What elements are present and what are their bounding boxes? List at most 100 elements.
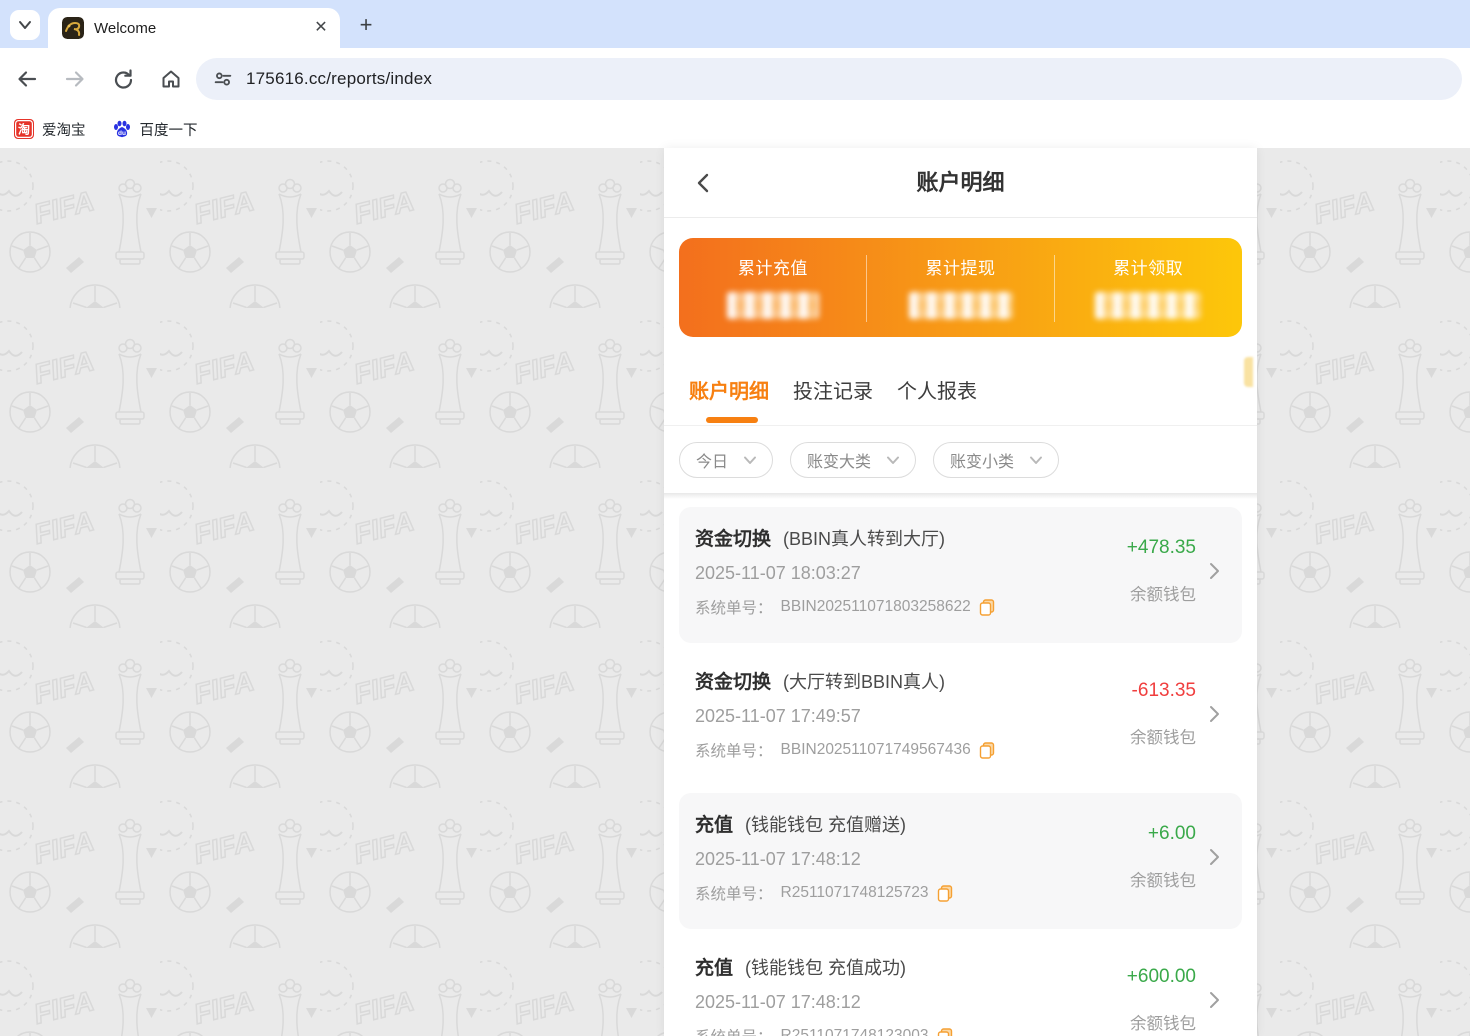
reload-button[interactable] <box>110 66 136 92</box>
page-title: 账户明细 <box>916 170 1005 195</box>
bookmark-baidu[interactable]: du 百度一下 <box>112 119 198 140</box>
bookmark-label: 百度一下 <box>139 122 198 139</box>
stat-value-redacted <box>1095 292 1202 319</box>
transaction-time: 2025-11-07 17:49:57 <box>695 706 861 726</box>
report-tabs: 账户明细 投注记录 个人报表 <box>664 365 1257 426</box>
transaction-amount: +6.00 <box>1147 823 1196 844</box>
chevron-right-icon[interactable] <box>1202 988 1226 1012</box>
transaction-type: 充值 <box>695 815 734 836</box>
order-label: 系统单号： <box>695 886 773 903</box>
bookmark-aitaobao[interactable]: 淘 爱淘宝 <box>14 119 86 140</box>
transaction-type: 资金切换 <box>695 529 772 550</box>
transaction-row[interactable]: 资金切换 (BBIN真人转到大厅) 2025-11-07 18:03:27 系统… <box>679 507 1242 643</box>
transaction-amount: -613.35 <box>1131 680 1196 701</box>
stat-divider <box>866 255 868 322</box>
order-number: BBIN202511071803258622 <box>780 598 971 615</box>
transaction-list: 资金切换 (BBIN真人转到大厅) 2025-11-07 18:03:27 系统… <box>664 499 1257 1036</box>
transaction-time: 2025-11-07 17:48:12 <box>695 992 861 1012</box>
url-text: 175616.cc/reports/index <box>246 69 433 88</box>
filter-label: 今日 <box>696 453 729 471</box>
stat-label: 累计提现 <box>925 259 996 278</box>
stats-section: 累计充值 累计提现 累计领取 <box>664 218 1257 387</box>
home-icon <box>162 70 180 88</box>
order-label: 系统单号： <box>695 1025 773 1036</box>
filters-row: 今日 账变大类 账变小类 <box>664 426 1257 493</box>
baidu-icon: du <box>113 120 130 138</box>
site-favicon <box>62 17 84 39</box>
active-tab-underline <box>706 417 758 423</box>
back-arrow-icon <box>18 71 37 87</box>
chevron-down-icon <box>744 456 757 464</box>
chevron-right-icon[interactable] <box>1202 702 1226 726</box>
page-header: 账户明细 <box>664 148 1257 218</box>
chevron-down-icon <box>19 21 31 29</box>
stat-label: 累计领取 <box>1113 259 1184 278</box>
new-tab-button[interactable]: + <box>352 12 380 40</box>
browser-tab-strip: Welcome ✕ + <box>0 0 1470 48</box>
taobao-icon: 淘 <box>14 119 34 139</box>
bookmark-label: 爱淘宝 <box>42 122 86 139</box>
stat-value-redacted <box>726 292 819 319</box>
copy-icon[interactable] <box>937 884 953 902</box>
transaction-desc: (BBIN真人转到大厅) <box>783 529 946 549</box>
page-background: FIFA <box>0 148 1470 1036</box>
filter-date-dropdown[interactable]: 今日 <box>679 441 774 478</box>
order-number: R2511071748125723 <box>780 884 929 901</box>
stat-label: 累计充值 <box>737 259 808 278</box>
chevron-right-icon[interactable] <box>1202 559 1226 583</box>
transaction-desc: (钱能钱包 充值成功) <box>745 958 907 978</box>
address-bar[interactable]: 175616.cc/reports/index <box>196 58 1462 100</box>
transaction-row[interactable]: 充值 (钱能钱包 充值成功) 2025-11-07 17:48:12 系统单号：… <box>679 936 1242 1036</box>
account-detail-panel: 账户明细 累计充值 累计提现 累计领取 账户明细 投注记录 个人报表 今日 账变… <box>664 148 1257 1036</box>
stat-total-claim: 累计领取 <box>1054 238 1242 337</box>
filter-label: 账变小类 <box>950 453 1015 471</box>
stat-total-withdraw: 累计提现 <box>867 238 1055 337</box>
stats-card: 累计充值 累计提现 累计领取 <box>679 238 1242 337</box>
forward-arrow-icon <box>65 71 84 87</box>
copy-icon[interactable] <box>979 741 995 759</box>
wallet-label: 余额钱包 <box>1130 1015 1196 1033</box>
svg-text:du: du <box>118 130 126 137</box>
chevron-down-icon <box>1030 456 1043 464</box>
svg-text:淘: 淘 <box>18 122 30 137</box>
order-label: 系统单号： <box>695 743 773 760</box>
wallet-label: 余额钱包 <box>1130 872 1196 890</box>
reload-icon <box>114 69 133 89</box>
transaction-amount: +600.00 <box>1126 966 1196 987</box>
transaction-row[interactable]: 充值 (钱能钱包 充值赠送) 2025-11-07 17:48:12 系统单号：… <box>679 793 1242 929</box>
copy-icon[interactable] <box>937 1027 953 1036</box>
transaction-time: 2025-11-07 17:48:12 <box>695 849 861 869</box>
transaction-type: 充值 <box>695 958 734 979</box>
browser-tab[interactable]: Welcome ✕ <box>48 8 340 48</box>
order-label: 系统单号： <box>695 600 773 617</box>
transaction-desc: (大厅转到BBIN真人) <box>783 672 946 692</box>
home-button[interactable] <box>158 66 184 92</box>
tab-account-detail[interactable]: 账户明细 <box>689 365 769 425</box>
tab-close-icon[interactable]: ✕ <box>312 19 330 37</box>
transaction-desc: (钱能钱包 充值赠送) <box>745 815 907 835</box>
browser-toolbar: 175616.cc/reports/index <box>0 48 1470 110</box>
filter-major-category-dropdown[interactable]: 账变大类 <box>790 441 917 478</box>
forward-button[interactable] <box>62 66 88 92</box>
bookmarks-bar: 淘 爱淘宝 du 百度一下 <box>0 110 1470 148</box>
tab-bet-records[interactable]: 投注记录 <box>793 365 873 425</box>
tab-personal-report[interactable]: 个人报表 <box>897 365 977 425</box>
chevron-down-icon <box>887 456 900 464</box>
chevron-right-icon[interactable] <box>1202 845 1226 869</box>
site-settings-icon[interactable] <box>212 68 234 90</box>
filter-minor-category-dropdown[interactable]: 账变小类 <box>933 441 1060 478</box>
back-button[interactable] <box>14 66 40 92</box>
tab-search-button[interactable] <box>10 10 40 40</box>
wallet-label: 余额钱包 <box>1130 729 1196 747</box>
back-chevron-icon[interactable] <box>692 171 716 195</box>
stat-total-deposit: 累计充值 <box>679 238 867 337</box>
copy-icon[interactable] <box>979 598 995 616</box>
tab-title: Welcome <box>94 19 157 37</box>
transaction-amount: +478.35 <box>1126 537 1196 558</box>
order-number: R2511071748123003 <box>780 1027 929 1036</box>
stat-divider <box>1053 255 1055 322</box>
stat-value-redacted <box>908 292 1013 319</box>
wallet-label: 余额钱包 <box>1130 586 1196 604</box>
transaction-row[interactable]: 资金切换 (大厅转到BBIN真人) 2025-11-07 17:49:57 系统… <box>679 650 1242 786</box>
filter-label: 账变大类 <box>807 453 872 471</box>
